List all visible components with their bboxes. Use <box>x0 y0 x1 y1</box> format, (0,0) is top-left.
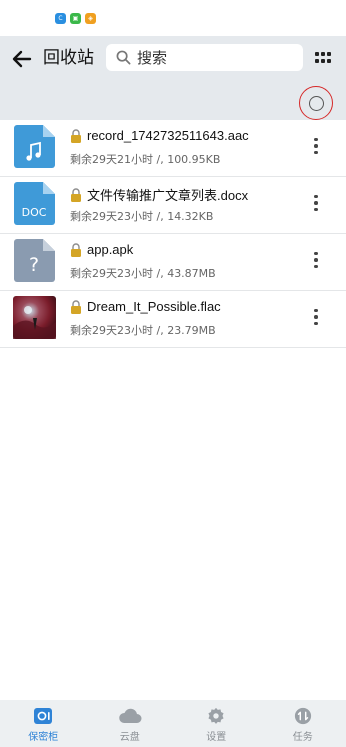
more-options-button[interactable] <box>306 193 326 213</box>
back-button[interactable] <box>10 47 34 71</box>
header: 回收站 搜索 <box>0 36 346 120</box>
file-name-row: record_1742732511643.aac <box>70 128 249 143</box>
audio-file-icon <box>14 125 55 168</box>
file-row[interactable]: record_1742732511643.aac 剩余29天21小时 /, 10… <box>0 120 346 177</box>
cloud-icon <box>118 708 142 723</box>
file-meta: 剩余29天23小时 /, 23.79MB <box>70 324 216 337</box>
more-options-button[interactable] <box>306 307 326 327</box>
nav-label: 保密柜 <box>28 732 59 743</box>
nav-item-cloud[interactable]: 云盘 <box>87 700 174 747</box>
file-name-row: app.apk <box>70 242 133 257</box>
file-name: Dream_It_Possible.flac <box>87 299 221 314</box>
search-icon <box>116 50 131 65</box>
file-meta: 剩余29天23小时 /, 14.32KB <box>70 210 214 223</box>
grid-dots-icon <box>315 52 331 63</box>
unknown-file-icon: ? <box>14 239 55 282</box>
app-icon-1: C <box>55 13 66 24</box>
status-bar: C ▣ ◈ <box>0 0 346 36</box>
doc-thumb-label: DOC <box>22 206 47 219</box>
bottom-nav: 保密柜 云盘 设置 任务 <box>0 700 346 747</box>
circle-icon <box>308 95 324 111</box>
file-name: record_1742732511643.aac <box>87 128 249 143</box>
file-meta: 剩余29天23小时 /, 43.87MB <box>70 267 216 280</box>
arrow-left-icon <box>12 50 32 68</box>
app-icon-3: ◈ <box>85 13 96 24</box>
status-app-icons: C ▣ ◈ <box>55 13 96 24</box>
file-name-row: Dream_It_Possible.flac <box>70 299 221 314</box>
more-options-button[interactable] <box>306 250 326 270</box>
file-row[interactable]: ? app.apk 剩余29天23小时 /, 43.87MB <box>0 234 346 291</box>
transfer-task-icon <box>294 707 311 725</box>
file-row[interactable]: DOC 文件传输推广文章列表.docx 剩余29天23小时 /, 14.32KB <box>0 177 346 234</box>
lock-icon <box>71 242 81 257</box>
file-name: app.apk <box>87 242 134 257</box>
select-all-button[interactable] <box>299 86 333 120</box>
lock-icon <box>71 128 81 143</box>
lock-icon <box>71 187 81 202</box>
nav-item-tasks[interactable]: 任务 <box>260 700 346 747</box>
gear-icon <box>208 707 224 724</box>
file-name-row: 文件传输推广文章列表.docx <box>70 185 248 204</box>
doc-file-icon: DOC <box>14 182 55 225</box>
nav-item-settings[interactable]: 设置 <box>173 700 260 747</box>
nav-label: 任务 <box>292 732 313 743</box>
search-input[interactable]: 搜索 <box>106 44 303 71</box>
safe-box-icon <box>34 708 53 724</box>
lock-icon <box>71 299 81 314</box>
file-meta: 剩余29天21小时 /, 100.95KB <box>70 153 221 166</box>
nav-label: 设置 <box>206 732 227 743</box>
unknown-thumb-label: ? <box>29 254 39 276</box>
nav-label: 云盘 <box>119 732 140 743</box>
more-options-button[interactable] <box>306 136 326 156</box>
file-row[interactable]: Dream_It_Possible.flac 剩余29天23小时 /, 23.7… <box>0 291 346 348</box>
app-icon-2: ▣ <box>70 13 81 24</box>
grid-menu-button[interactable] <box>314 50 332 68</box>
page-title: 回收站 <box>43 48 94 68</box>
file-name: 文件传输推广文章列表.docx <box>87 188 249 203</box>
search-placeholder: 搜索 <box>137 49 168 67</box>
album-cover-thumbnail <box>13 296 56 339</box>
nav-item-safe-box[interactable]: 保密柜 <box>0 700 87 747</box>
